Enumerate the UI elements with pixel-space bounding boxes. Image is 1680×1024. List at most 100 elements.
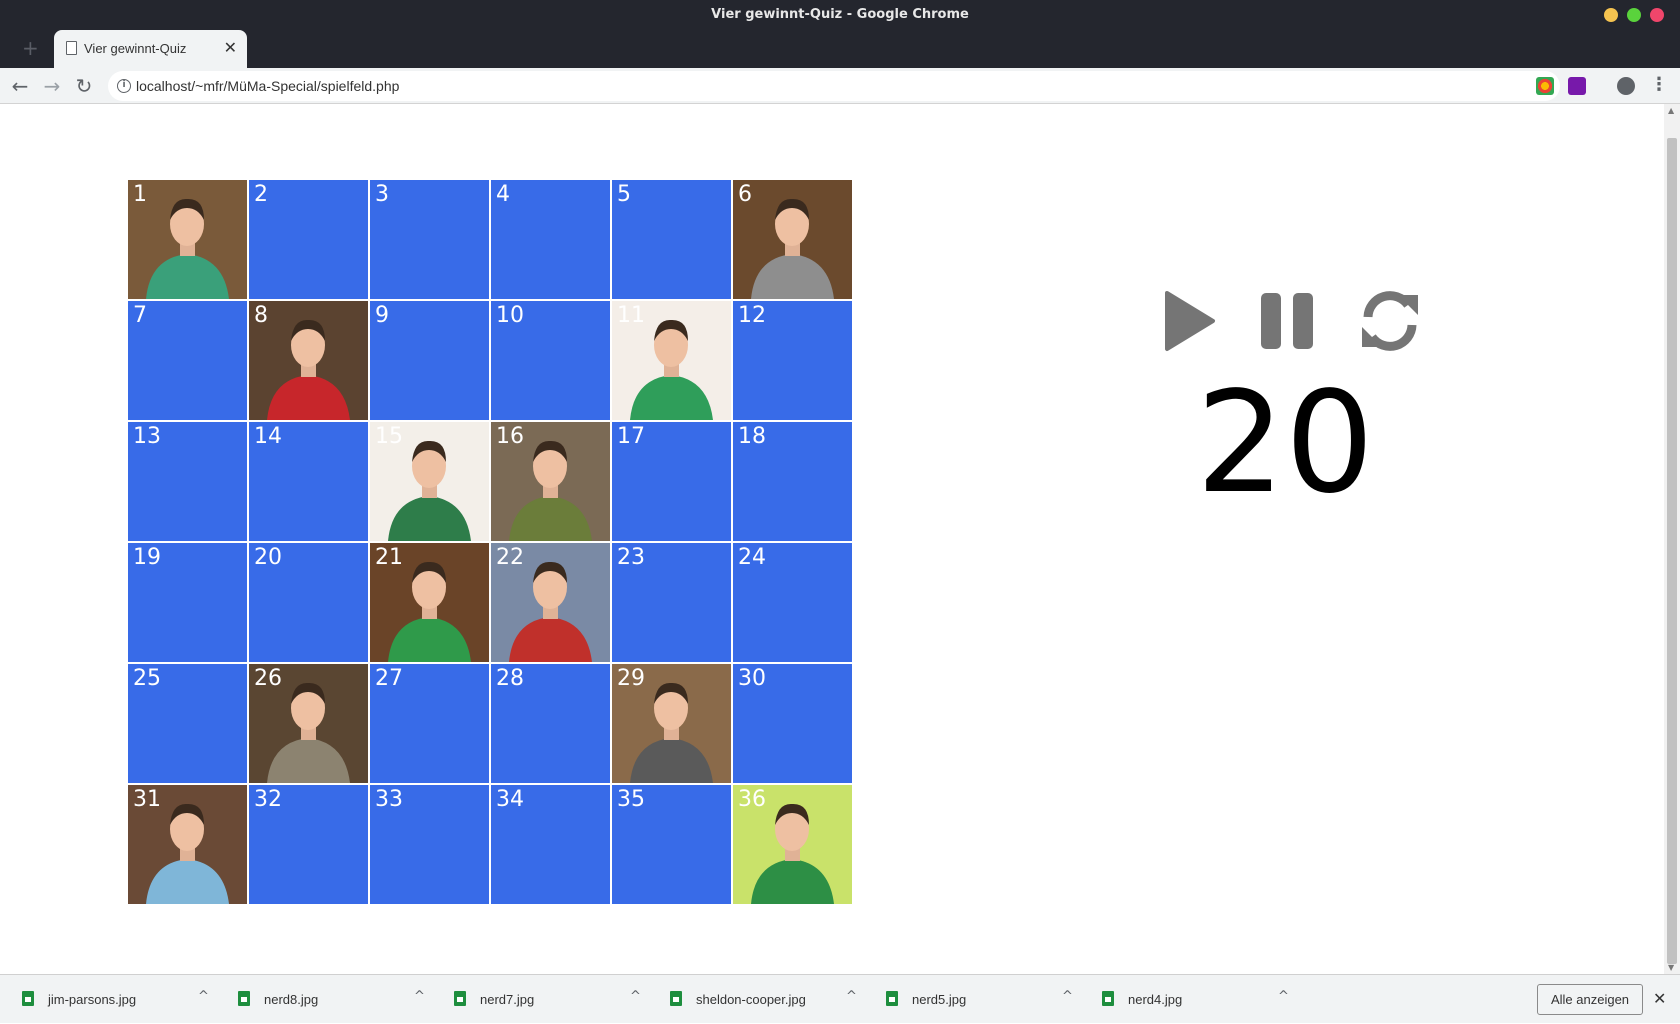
- scrollbar-thumb[interactable]: [1667, 138, 1677, 964]
- show-all-downloads-button[interactable]: Alle anzeigen: [1537, 984, 1643, 1015]
- window-titlebar: Vier gewinnt-Quiz - Google Chrome: [0, 0, 1680, 30]
- download-item[interactable]: nerd8.jpg ^: [216, 975, 442, 1024]
- chevron-up-icon[interactable]: ^: [1278, 989, 1289, 1004]
- board-cell-revealed[interactable]: 26: [249, 664, 368, 783]
- board-cell-revealed[interactable]: 15: [370, 422, 489, 541]
- timer-controls: [1155, 289, 1425, 359]
- cell-number: 17: [617, 424, 645, 449]
- profile-avatar-icon[interactable]: [1617, 77, 1635, 95]
- cell-number: 15: [375, 424, 403, 449]
- maximize-button[interactable]: [1627, 8, 1641, 22]
- cell-number: 27: [375, 666, 403, 691]
- board-cell-revealed[interactable]: 22: [491, 543, 610, 662]
- download-filename: sheldon-cooper.jpg: [696, 992, 806, 1007]
- board-cell[interactable]: 24: [733, 543, 852, 662]
- url-text[interactable]: localhost/~mfr/MüMa-Special/spielfeld.ph…: [136, 78, 399, 94]
- chevron-up-icon[interactable]: ^: [414, 989, 425, 1004]
- download-filename: jim-parsons.jpg: [48, 992, 137, 1007]
- board-cell-revealed[interactable]: 11: [612, 301, 731, 420]
- board-cell[interactable]: 9: [370, 301, 489, 420]
- window-title: Vier gewinnt-Quiz - Google Chrome: [711, 7, 969, 22]
- chevron-up-icon[interactable]: ^: [198, 989, 209, 1004]
- pause-icon[interactable]: [1255, 289, 1319, 353]
- cell-number: 11: [617, 303, 645, 328]
- cell-number: 22: [496, 545, 524, 570]
- site-info-icon[interactable]: i: [117, 79, 131, 93]
- board-cell[interactable]: 13: [128, 422, 247, 541]
- reload-button[interactable]: ↻: [70, 72, 98, 100]
- cell-number: 3: [375, 182, 389, 207]
- cell-number: 34: [496, 787, 524, 812]
- cell-number: 30: [738, 666, 766, 691]
- download-shelf: jim-parsons.jpg ^ nerd8.jpg ^ nerd7.jpg …: [0, 974, 1680, 1023]
- minimize-button[interactable]: [1604, 8, 1618, 22]
- board-cell[interactable]: 10: [491, 301, 610, 420]
- board-cell-revealed[interactable]: 21: [370, 543, 489, 662]
- image-file-icon: [454, 991, 466, 1006]
- board-cell[interactable]: 19: [128, 543, 247, 662]
- board-cell-revealed[interactable]: 31: [128, 785, 247, 904]
- download-item[interactable]: jim-parsons.jpg ^: [0, 975, 226, 1024]
- download-item[interactable]: sheldon-cooper.jpg ^: [648, 975, 874, 1024]
- board-cell-revealed[interactable]: 16: [491, 422, 610, 541]
- new-tab-button[interactable]: +: [22, 36, 39, 60]
- chevron-up-icon[interactable]: ^: [630, 989, 641, 1004]
- board-cell-revealed[interactable]: 8: [249, 301, 368, 420]
- scroll-down-arrow-icon[interactable]: ▼: [1668, 963, 1674, 972]
- download-item[interactable]: nerd4.jpg ^: [1080, 975, 1306, 1024]
- tab-close-icon[interactable]: ✕: [224, 38, 237, 57]
- board-cell[interactable]: 17: [612, 422, 731, 541]
- download-item[interactable]: nerd7.jpg ^: [432, 975, 658, 1024]
- board-cell[interactable]: 32: [249, 785, 368, 904]
- board-cell-revealed[interactable]: 29: [612, 664, 731, 783]
- close-window-button[interactable]: [1650, 8, 1664, 22]
- board-cell[interactable]: 18: [733, 422, 852, 541]
- board-cell[interactable]: 14: [249, 422, 368, 541]
- board-cell[interactable]: 23: [612, 543, 731, 662]
- cell-number: 32: [254, 787, 282, 812]
- close-shelf-icon[interactable]: ✕: [1653, 989, 1666, 1008]
- extension-color-icon[interactable]: [1536, 77, 1554, 95]
- board-cell[interactable]: 25: [128, 664, 247, 783]
- back-button[interactable]: ←: [6, 72, 34, 100]
- cell-number: 12: [738, 303, 766, 328]
- page-scrollbar[interactable]: ▲ ▼: [1664, 104, 1680, 974]
- board-cell[interactable]: 35: [612, 785, 731, 904]
- board-cell[interactable]: 12: [733, 301, 852, 420]
- address-bar[interactable]: i localhost/~mfr/MüMa-Special/spielfeld.…: [108, 71, 1560, 101]
- scroll-up-arrow-icon[interactable]: ▲: [1668, 106, 1674, 115]
- tab-active[interactable]: Vier gewinnt-Quiz ✕: [54, 30, 247, 68]
- board-cell[interactable]: 30: [733, 664, 852, 783]
- board-cell[interactable]: 27: [370, 664, 489, 783]
- forward-button[interactable]: →: [38, 72, 66, 100]
- board-cell-revealed[interactable]: 6: [733, 180, 852, 299]
- board-cell[interactable]: 4: [491, 180, 610, 299]
- board-cell[interactable]: 2: [249, 180, 368, 299]
- board-cell[interactable]: 20: [249, 543, 368, 662]
- board-cell[interactable]: 5: [612, 180, 731, 299]
- cell-number: 24: [738, 545, 766, 570]
- board-cell-revealed[interactable]: 36: [733, 785, 852, 904]
- board-cell[interactable]: 7: [128, 301, 247, 420]
- chevron-up-icon[interactable]: ^: [846, 989, 857, 1004]
- chevron-up-icon[interactable]: ^: [1062, 989, 1073, 1004]
- cell-number: 35: [617, 787, 645, 812]
- board-cell[interactable]: 28: [491, 664, 610, 783]
- cell-number: 6: [738, 182, 752, 207]
- cell-number: 26: [254, 666, 282, 691]
- download-filename: nerd7.jpg: [480, 992, 535, 1007]
- board-cell-revealed[interactable]: 1: [128, 180, 247, 299]
- board-cell[interactable]: 3: [370, 180, 489, 299]
- cell-number: 8: [254, 303, 268, 328]
- refresh-icon[interactable]: [1358, 289, 1422, 353]
- board-cell[interactable]: 33: [370, 785, 489, 904]
- board-cell[interactable]: 34: [491, 785, 610, 904]
- chrome-menu-icon[interactable]: ⋮: [1650, 74, 1668, 95]
- download-item[interactable]: nerd5.jpg ^: [864, 975, 1090, 1024]
- onenote-extension-icon[interactable]: [1568, 77, 1586, 95]
- cell-number: 9: [375, 303, 389, 328]
- download-filename: nerd5.jpg: [912, 992, 967, 1007]
- play-icon[interactable]: [1155, 289, 1219, 353]
- download-filename: nerd4.jpg: [1128, 992, 1183, 1007]
- tab-strip: + Vier gewinnt-Quiz ✕: [0, 30, 1680, 68]
